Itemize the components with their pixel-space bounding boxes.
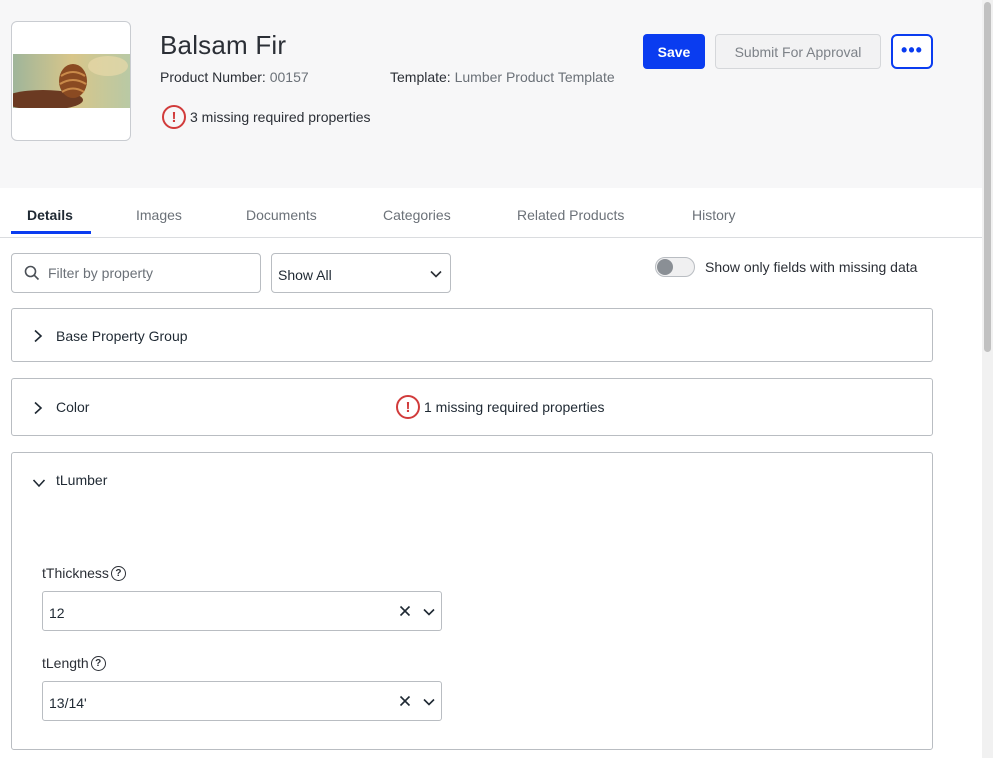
close-icon[interactable] (399, 605, 411, 617)
tab-history[interactable]: History (692, 207, 736, 223)
tab-related-products[interactable]: Related Products (517, 207, 624, 223)
exclamation-circle-icon: ! (396, 395, 420, 419)
tlength-select[interactable]: 13/14' (42, 681, 442, 721)
show-filter-value: Show All (278, 267, 332, 283)
group-title[interactable]: tLumber (56, 472, 107, 488)
tab-categories[interactable]: Categories (383, 207, 451, 223)
product-header: Balsam Fir Product Number: 00157 Templat… (0, 0, 982, 188)
exclamation-circle-icon: ! (162, 105, 186, 129)
group-color[interactable]: Color ! 1 missing required properties (11, 378, 933, 436)
tab-images[interactable]: Images (136, 207, 182, 223)
product-template: Template: Lumber Product Template (390, 69, 615, 85)
field-label-text: tThickness (42, 565, 109, 581)
group-tlumber: tLumber tThickness ? 12 tLength ? 13/14' (11, 452, 933, 750)
field-label-text: tLength (42, 655, 89, 671)
group-title: Base Property Group (56, 328, 188, 344)
product-number-value: 00157 (269, 69, 309, 85)
vertical-scrollbar[interactable] (982, 0, 993, 758)
tthickness-select[interactable]: 12 (42, 591, 442, 631)
group-base-property[interactable]: Base Property Group (11, 308, 933, 362)
search-icon (24, 265, 40, 281)
filter-by-property-field[interactable] (11, 253, 261, 293)
chevron-down-icon[interactable] (32, 477, 46, 489)
tab-documents[interactable]: Documents (246, 207, 317, 223)
group-missing-summary: ! 1 missing required properties (396, 395, 605, 419)
missing-properties-text: 3 missing required properties (190, 109, 371, 125)
toggle-knob (657, 259, 673, 275)
chevron-right-icon (34, 329, 43, 343)
template-value: Lumber Product Template (454, 69, 615, 85)
pine-cone-image (13, 54, 130, 108)
filter-by-property-input[interactable] (48, 263, 248, 283)
group-missing-text: 1 missing required properties (424, 399, 605, 415)
product-thumbnail[interactable] (11, 21, 131, 141)
question-circle-icon[interactable]: ? (90, 655, 106, 671)
scrollbar-thumb[interactable] (984, 2, 991, 352)
missing-properties-summary: ! 3 missing required properties (162, 105, 371, 129)
tlength-value: 13/14' (49, 695, 87, 711)
product-title: Balsam Fir (160, 30, 287, 60)
tthickness-value: 12 (49, 605, 65, 621)
field-label-tthickness: tThickness ? (42, 565, 126, 581)
product-number: Product Number: 00157 (160, 69, 309, 85)
active-tab-indicator (11, 231, 91, 234)
product-number-label: Product Number: (160, 69, 266, 85)
group-title: Color (56, 399, 90, 415)
field-label-tlength: tLength ? (42, 655, 106, 671)
show-filter-select[interactable]: Show All (271, 253, 451, 293)
more-actions-button[interactable]: ••• (891, 34, 933, 69)
ellipsis-icon: ••• (901, 40, 923, 60)
submit-for-approval-button[interactable]: Submit For Approval (715, 34, 881, 69)
chevron-down-icon[interactable] (423, 606, 435, 618)
tab-details[interactable]: Details (27, 207, 73, 223)
chevron-down-icon[interactable] (423, 696, 435, 708)
template-label: Template: (390, 69, 451, 85)
missing-data-toggle-label: Show only fields with missing data (705, 259, 918, 275)
chevron-down-icon (430, 270, 442, 278)
chevron-right-icon (34, 401, 43, 415)
question-circle-icon[interactable]: ? (110, 565, 126, 581)
tab-bar: Details Images Documents Categories Rela… (0, 188, 993, 238)
close-icon[interactable] (399, 695, 411, 707)
missing-data-toggle[interactable] (655, 257, 695, 277)
save-button[interactable]: Save (643, 34, 705, 69)
